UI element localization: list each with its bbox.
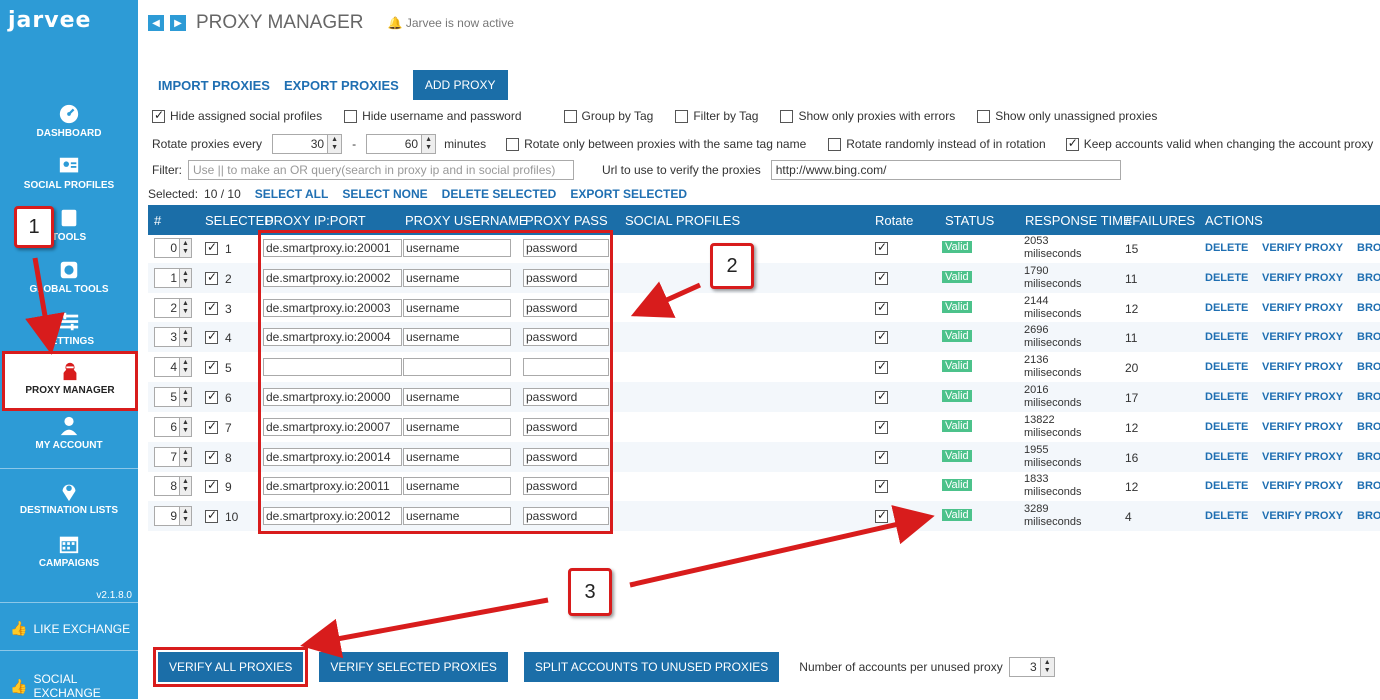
arrow-1	[25, 257, 65, 355]
arrow-3a	[629, 505, 935, 588]
annotation-arrows	[25, 257, 935, 659]
arrow-3b	[300, 597, 549, 659]
arrow-2	[630, 281, 702, 318]
